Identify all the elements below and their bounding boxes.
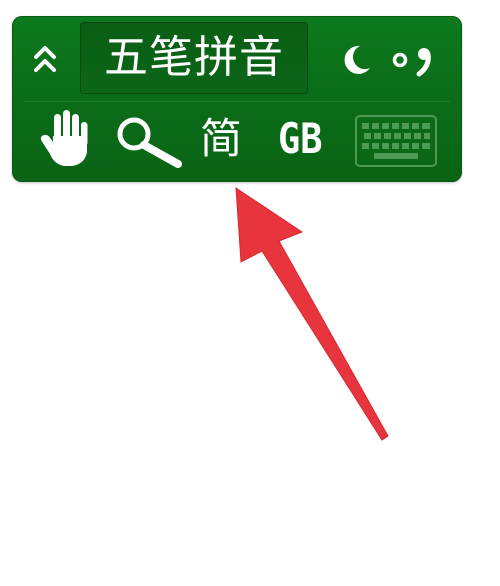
red-pointer-arrow (235, 187, 389, 441)
screenshot-canvas: 五笔拼音 简 GB (0, 0, 500, 586)
